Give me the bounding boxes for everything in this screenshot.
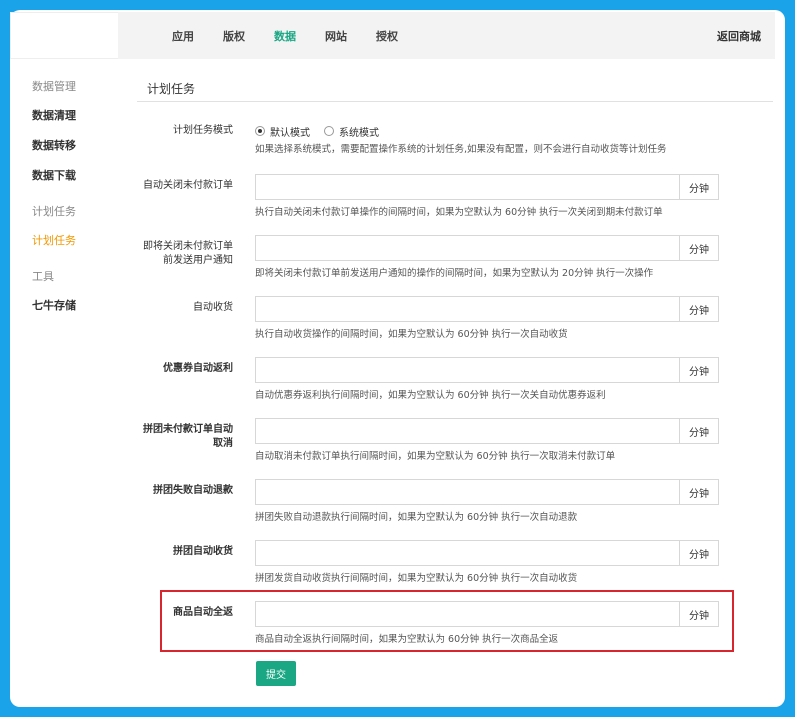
pre-close-notice-input[interactable] [255,235,679,261]
sidebar-item-data-cleanup[interactable]: 数据清理 [32,107,122,123]
group-fail-refund-input[interactable] [255,479,679,505]
mode-radio-group: 默认模式 系统模式 [255,124,393,139]
sidebar-group-title: 数据管理 [32,80,76,93]
field-label: 即将关闭未付款订单前发送用户通知 [143,241,233,266]
sidebar-item-scheduled-tasks[interactable]: 计划任务 [32,232,122,248]
unit-addon: 分钟 [679,235,719,261]
logo-area [10,12,118,59]
sidebar-group-title: 计划任务 [32,205,76,218]
field-help-text: 拼团发货自动收货执行间隔时间，如果为空默认为 60分钟 执行一次自动收货 [255,573,578,584]
radio-checked-icon [255,126,265,136]
unit-addon: 分钟 [679,296,719,322]
field-label: 自动收货 [193,302,233,313]
field-help-text: 执行自动关闭未付款订单操作的间隔时间，如果为空默认为 60分钟 执行一次关闭到期… [255,207,663,218]
field-label: 拼团自动收货 [173,546,233,557]
auto-close-unpaid-input[interactable] [255,174,679,200]
field-label: 拼团未付款订单自动取消 [143,424,233,449]
field-help-text: 执行自动收货操作的间隔时间，如果为空默认为 60分钟 执行一次自动收货 [255,329,568,340]
auto-receive-input[interactable] [255,296,679,322]
page-title: 计划任务 [137,64,773,102]
field-input-group: 分钟 [255,296,719,322]
sidebar-item-qiniu-storage[interactable]: 七牛存储 [32,297,122,313]
sidebar-group-scheduled-tasks: 计划任务 计划任务 [22,203,122,248]
radio-system-mode[interactable]: 系统模式 [324,124,379,139]
field-label: 优惠券自动返利 [163,363,233,374]
nav-item-authorization[interactable]: 授权 [376,28,398,44]
field-input-group: 分钟 [255,235,719,261]
submit-button[interactable]: 提交 [256,661,296,686]
sidebar-item-data-download[interactable]: 数据下载 [32,167,122,183]
back-to-mall-link[interactable]: 返回商城 [717,28,761,44]
unit-addon: 分钟 [679,479,719,505]
field-input-group: 分钟 [255,479,719,505]
field-input-group: 分钟 [255,357,719,383]
nav-item-apps[interactable]: 应用 [172,28,194,44]
sidebar-group-title: 工具 [32,270,54,283]
group-unpaid-cancel-input[interactable] [255,418,679,444]
nav-item-data[interactable]: 数据 [274,28,296,44]
unit-addon: 分钟 [679,357,719,383]
field-label: 拼团失败自动退款 [153,485,233,496]
mode-label: 计划任务模式 [173,125,233,136]
radio-label: 系统模式 [339,127,379,139]
field-help-text: 即将关闭未付款订单前发送用户通知的操作的间隔时间，如果为空默认为 20分钟 执行… [255,268,654,279]
unit-addon: 分钟 [679,540,719,566]
unit-addon: 分钟 [679,174,719,200]
field-help-text: 自动取消未付款订单执行间隔时间，如果为空默认为 60分钟 执行一次取消未付款订单 [255,451,616,462]
field-input-group: 分钟 [255,540,719,566]
sidebar-item-data-transfer[interactable]: 数据转移 [32,137,122,153]
radio-label: 默认模式 [270,127,310,139]
field-help-text: 自动优惠券返利执行间隔时间，如果为空默认为 60分钟 执行一次关自动优惠券返利 [255,390,606,401]
coupon-rebate-input[interactable] [255,357,679,383]
top-nav: 应用 版权 数据 网站 授权 返回商城 [118,12,775,59]
field-label: 自动关闭未付款订单 [143,180,233,191]
radio-default-mode[interactable]: 默认模式 [255,124,310,139]
field-input-group: 分钟 [255,418,719,444]
top-bar: 应用 版权 数据 网站 授权 返回商城 [10,12,775,59]
highlight-box [160,590,734,652]
nav-item-website[interactable]: 网站 [325,28,347,44]
radio-unchecked-icon [324,126,334,136]
sidebar: 数据管理 数据清理 数据转移 数据下载 计划任务 计划任务 工具 七牛存储 [22,78,122,333]
nav-item-copyright[interactable]: 版权 [223,28,245,44]
sidebar-group-tools: 工具 七牛存储 [22,268,122,313]
sidebar-group-data-management: 数据管理 数据清理 数据转移 数据下载 [22,78,122,183]
group-auto-receive-input[interactable] [255,540,679,566]
field-input-group: 分钟 [255,174,719,200]
field-help-text: 拼团失败自动退款执行间隔时间，如果为空默认为 60分钟 执行一次自动退款 [255,512,578,523]
unit-addon: 分钟 [679,418,719,444]
mode-help-text: 如果选择系统模式，需要配置操作系统的计划任务,如果没有配置，则不会进行自动收货等… [255,144,667,155]
